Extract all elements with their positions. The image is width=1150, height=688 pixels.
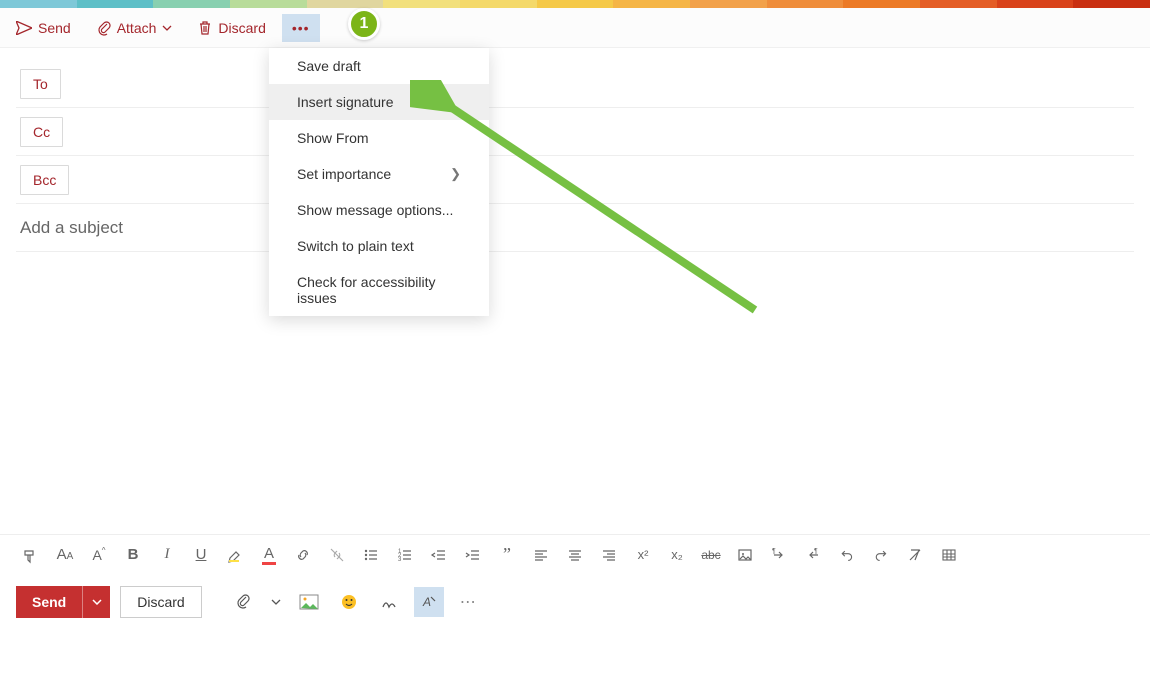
- svg-text:¶: ¶: [772, 548, 776, 555]
- attach-icon-button[interactable]: [228, 587, 258, 617]
- dd-show-message-options[interactable]: Show message options...: [269, 192, 489, 228]
- discard-primary-button[interactable]: Discard: [120, 586, 201, 618]
- send-icon: [16, 21, 32, 35]
- dd-show-from[interactable]: Show From: [269, 120, 489, 156]
- bottom-bar: Send Discard A ⋯: [0, 574, 1150, 630]
- to-chip[interactable]: To: [20, 69, 61, 99]
- message-body[interactable]: [16, 252, 1134, 534]
- svg-text:A: A: [422, 595, 431, 609]
- step-badge: 1: [348, 8, 380, 40]
- subject-input[interactable]: [16, 212, 1134, 244]
- svg-text:3: 3: [398, 557, 402, 563]
- more-bottom-button[interactable]: ⋯: [454, 587, 484, 617]
- emoji-button[interactable]: [334, 587, 364, 617]
- align-center-button[interactable]: [560, 541, 590, 569]
- font-color-button[interactable]: A: [254, 541, 284, 569]
- paperclip-icon: [97, 20, 111, 36]
- bcc-row: Bcc: [16, 156, 1134, 204]
- link-button[interactable]: [288, 541, 318, 569]
- italic-button[interactable]: I: [152, 541, 182, 569]
- more-actions-dropdown: Save draft Insert signature Show From Se…: [269, 48, 489, 316]
- cc-row: Cc: [16, 108, 1134, 156]
- more-actions-button[interactable]: •••: [282, 14, 320, 42]
- send-primary-label: Send: [32, 594, 66, 610]
- to-input[interactable]: [73, 70, 1134, 98]
- send-primary-button[interactable]: Send: [16, 586, 110, 618]
- insert-image-button[interactable]: [730, 541, 760, 569]
- indent-button[interactable]: [458, 541, 488, 569]
- cc-chip[interactable]: Cc: [20, 117, 63, 147]
- rtl-button[interactable]: ¶: [798, 541, 828, 569]
- attach-caret-button[interactable]: [268, 587, 284, 617]
- format-painter-button[interactable]: [16, 541, 46, 569]
- attach-label: Attach: [117, 20, 157, 36]
- send-button[interactable]: Send: [6, 14, 81, 42]
- unlink-button[interactable]: [322, 541, 352, 569]
- underline-button[interactable]: U: [186, 541, 216, 569]
- subscript-button[interactable]: x₂: [662, 541, 692, 569]
- quote-button[interactable]: ”: [492, 541, 522, 569]
- discard-button[interactable]: Discard: [188, 14, 275, 42]
- table-button[interactable]: [934, 541, 964, 569]
- bold-button[interactable]: B: [118, 541, 148, 569]
- dd-switch-plain-text[interactable]: Switch to plain text: [269, 228, 489, 264]
- highlight-button[interactable]: [220, 541, 250, 569]
- bullet-list-button[interactable]: [356, 541, 386, 569]
- bcc-input[interactable]: [81, 166, 1134, 194]
- svg-text:¶: ¶: [814, 548, 818, 555]
- dd-accessibility-check[interactable]: Check for accessibility issues: [269, 264, 489, 316]
- show-format-toolbar-button[interactable]: A: [414, 587, 444, 617]
- dd-save-draft[interactable]: Save draft: [269, 48, 489, 84]
- ellipsis-icon: •••: [292, 20, 310, 36]
- format-toolbar: AA A^ B I U A 123 ” x² x₂ abc ¶: [0, 534, 1150, 574]
- top-toolbar: Send Attach Discard •••: [0, 8, 1150, 48]
- ltr-button[interactable]: ¶: [764, 541, 794, 569]
- redo-button[interactable]: [866, 541, 896, 569]
- to-row: To: [16, 60, 1134, 108]
- send-label: Send: [38, 20, 71, 36]
- superscript-button[interactable]: x²: [628, 541, 658, 569]
- trash-icon: [198, 20, 212, 36]
- numbered-list-button[interactable]: 123: [390, 541, 420, 569]
- signature-toggle-button[interactable]: [374, 587, 404, 617]
- outdent-button[interactable]: [424, 541, 454, 569]
- strikethrough-button[interactable]: abc: [696, 541, 726, 569]
- cc-input[interactable]: [75, 118, 1134, 146]
- rainbow-strip: [0, 0, 1150, 8]
- dd-insert-signature[interactable]: Insert signature: [269, 84, 489, 120]
- compose-area: To Cc Bcc: [0, 48, 1150, 534]
- font-button[interactable]: AA: [50, 541, 80, 569]
- send-caret-button[interactable]: [82, 586, 110, 618]
- attach-button[interactable]: Attach: [87, 14, 183, 42]
- font-size-button[interactable]: A^: [84, 541, 114, 569]
- dd-set-importance[interactable]: Set importance❯: [269, 156, 489, 192]
- insert-picture-button[interactable]: [294, 587, 324, 617]
- undo-button[interactable]: [832, 541, 862, 569]
- subject-row: [16, 204, 1134, 252]
- align-right-button[interactable]: [594, 541, 624, 569]
- clear-format-button[interactable]: [900, 541, 930, 569]
- chevron-down-icon: [162, 25, 172, 31]
- chevron-right-icon: ❯: [450, 166, 461, 182]
- align-left-button[interactable]: [526, 541, 556, 569]
- discard-label: Discard: [218, 20, 265, 36]
- bcc-chip[interactable]: Bcc: [20, 165, 69, 195]
